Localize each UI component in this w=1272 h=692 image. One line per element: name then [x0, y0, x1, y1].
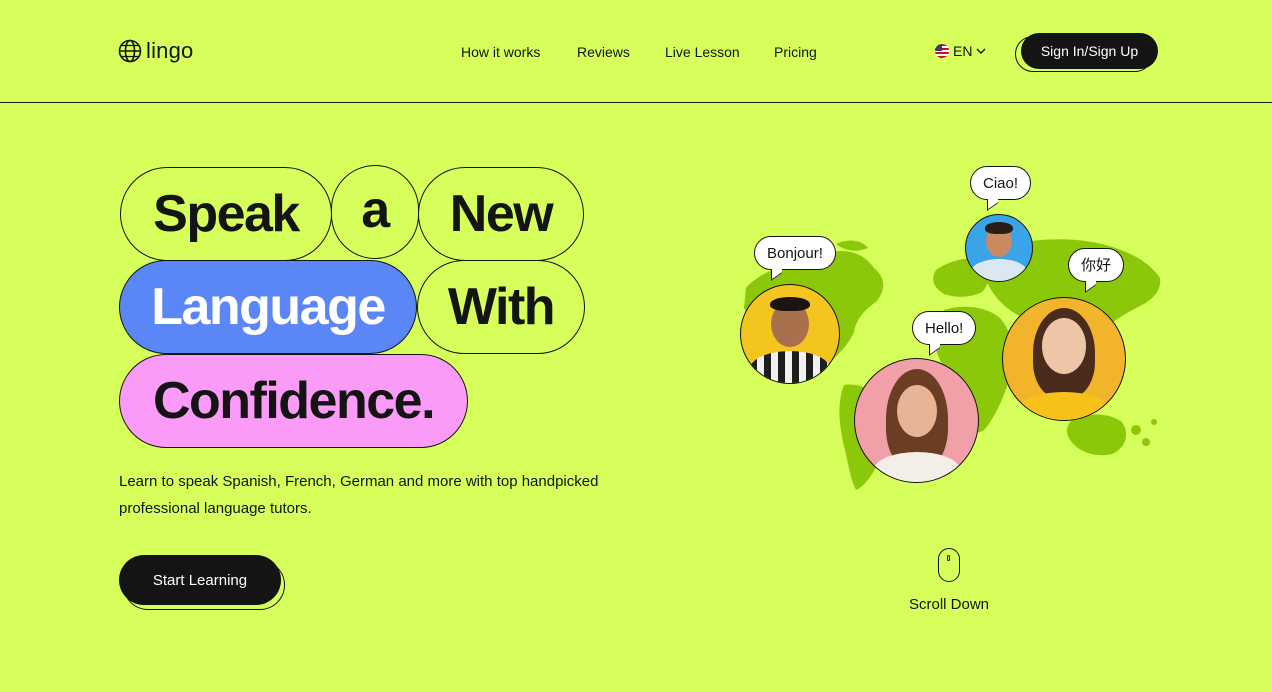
language-selector[interactable]: EN	[935, 43, 986, 59]
greeting-bubble-bonjour: Bonjour!	[754, 236, 836, 270]
nav-reviews[interactable]: Reviews	[577, 44, 630, 60]
start-learning-button[interactable]: Start Learning	[119, 555, 281, 605]
scroll-down[interactable]: Scroll Down	[905, 548, 993, 613]
globe-icon	[118, 39, 142, 63]
hero-subtext: Learn to speak Spanish, French, German a…	[119, 473, 599, 517]
scroll-down-label: Scroll Down	[908, 596, 990, 613]
headline-word-confidence: Confidence.	[119, 354, 468, 448]
headline-word-with: With	[417, 260, 585, 354]
logo-text: lingo	[146, 38, 194, 63]
avatar-man-blue	[965, 214, 1033, 282]
chevron-down-icon	[976, 48, 986, 54]
language-code: EN	[953, 43, 973, 59]
nav-how-it-works[interactable]: How it works	[461, 44, 540, 60]
mouse-icon	[938, 548, 960, 582]
headline-word-a: a	[331, 165, 419, 259]
greeting-bubble-hello: Hello!	[912, 311, 977, 345]
us-flag-icon	[935, 44, 949, 58]
avatar-man-yellow	[740, 284, 840, 384]
avatar-woman-pink	[854, 358, 979, 483]
start-learning-container: Start Learning	[119, 555, 285, 610]
logo[interactable]: lingo	[118, 38, 193, 64]
avatar-woman-yellow	[1002, 297, 1126, 421]
headline-word-language: Language	[119, 260, 417, 354]
site-header: lingo How it works Reviews Live Lesson P…	[0, 0, 1272, 103]
signin-container: Sign In/Sign Up	[1015, 33, 1158, 72]
greeting-bubble-nihao: 你好	[1068, 248, 1125, 282]
nav-pricing[interactable]: Pricing	[774, 44, 817, 60]
signin-button[interactable]: Sign In/Sign Up	[1021, 33, 1158, 69]
greeting-bubble-ciao: Ciao!	[970, 166, 1032, 200]
world-map-illustration: Ciao! Bonjour! 你好 Hello!	[736, 160, 1166, 500]
headline-word-speak: Speak	[120, 167, 332, 261]
nav-live-lesson[interactable]: Live Lesson	[665, 44, 740, 60]
headline-word-new: New	[418, 167, 584, 261]
